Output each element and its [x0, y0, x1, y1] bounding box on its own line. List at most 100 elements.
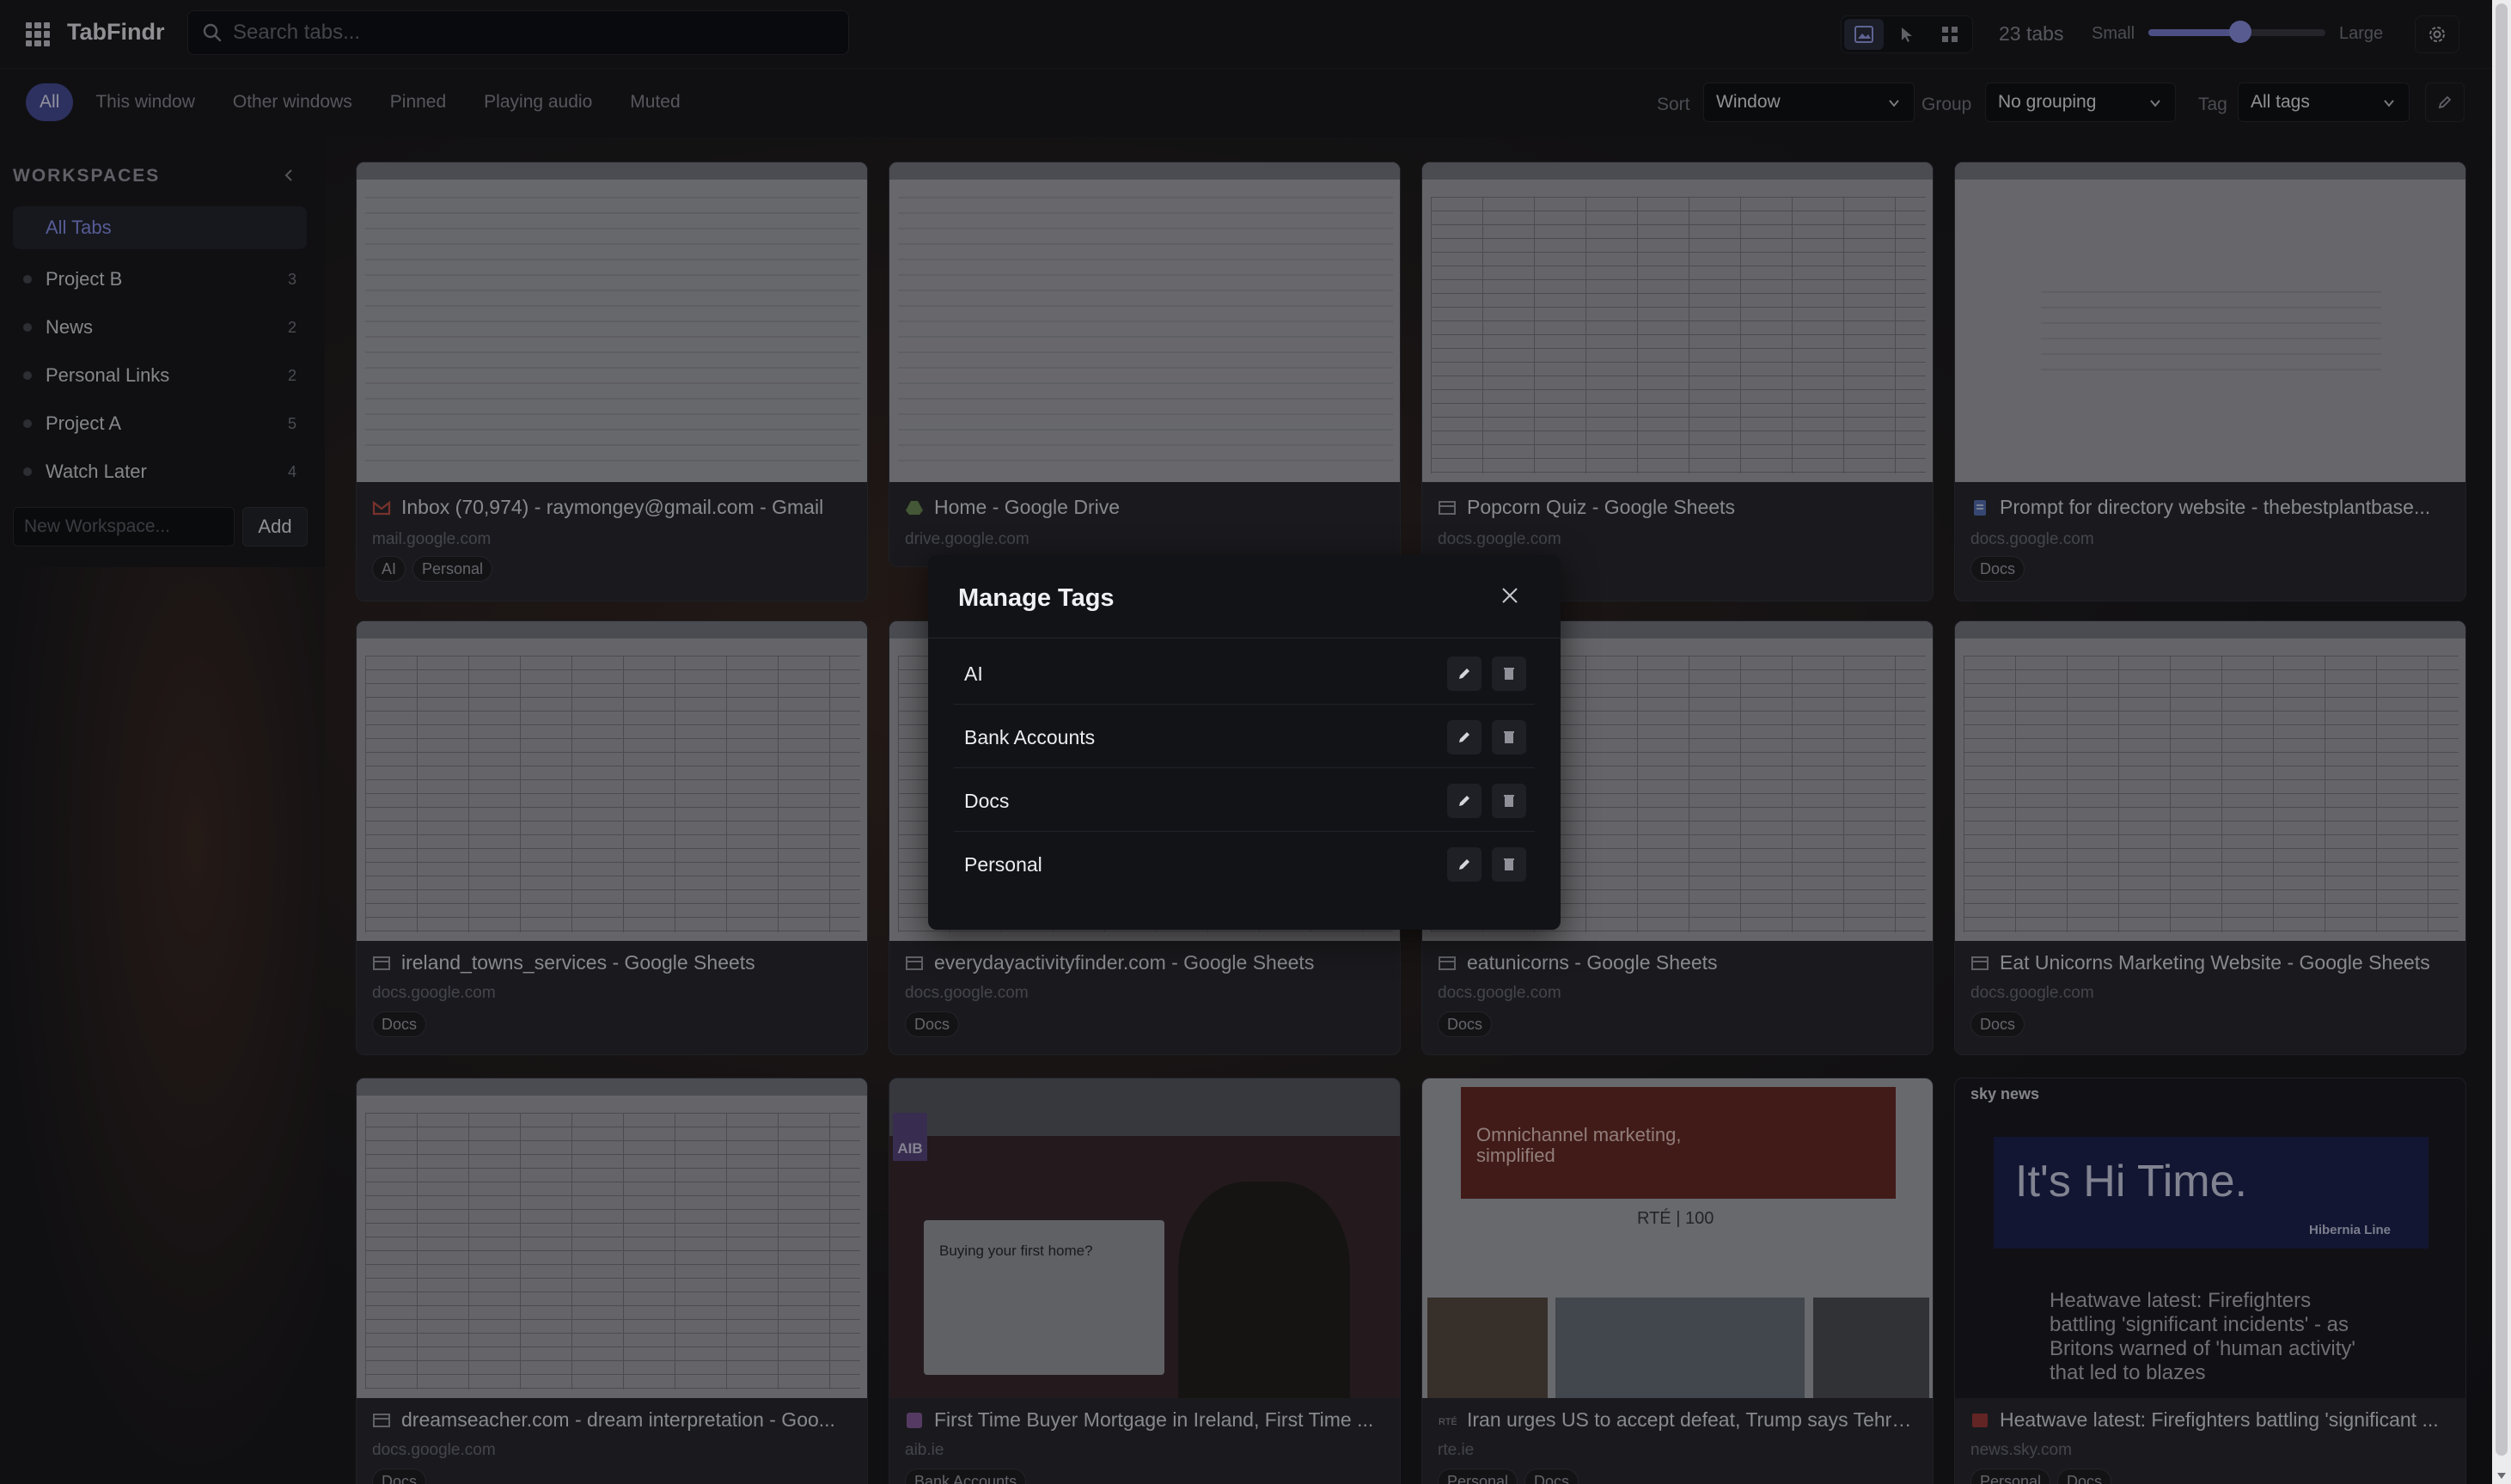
tag-badge[interactable]: Bank Accounts: [905, 1469, 1027, 1484]
tab-card[interactable]: Omnichannel marketing, simplified RTÉ | …: [1421, 1078, 1934, 1484]
workspace-watch-later[interactable]: Watch Later 4: [13, 450, 307, 493]
rte-photo: [1555, 1298, 1805, 1398]
edit-tag-button[interactable]: [1447, 847, 1482, 882]
page-scrollbar[interactable]: [2492, 0, 2511, 1484]
filter-bar: All This window Other windows Pinned Pla…: [0, 69, 2492, 137]
add-workspace-button[interactable]: Add: [242, 507, 308, 547]
delete-tag-button[interactable]: [1492, 847, 1526, 882]
tag-badge[interactable]: Docs: [905, 1011, 960, 1037]
tab-title: Home - Google Drive: [905, 496, 1386, 519]
sheets-icon: [906, 956, 923, 970]
tab-card[interactable]: ireland_towns_services - Google Sheets d…: [356, 620, 868, 1055]
tag-badge[interactable]: Docs: [1970, 1011, 2025, 1037]
tab-size-slider[interactable]: [2148, 21, 2325, 43]
sheets-icon: [1439, 500, 1456, 515]
filter-chip-other-windows[interactable]: Other windows: [217, 83, 368, 121]
tab-card[interactable]: Prompt for directory website - thebestpl…: [1954, 162, 2466, 602]
edit-tags-button[interactable]: [2425, 82, 2465, 122]
edit-tag-button[interactable]: [1447, 784, 1482, 818]
tab-tags: Bank Accounts: [905, 1469, 1027, 1484]
workspace-dot: [23, 419, 32, 428]
chevron-left-icon[interactable]: [280, 167, 297, 184]
cursor-view-button[interactable]: [1887, 19, 1927, 50]
svg-text:RTÉ: RTÉ: [1439, 1416, 1457, 1427]
tab-thumbnail: AIB Buying your first home?: [889, 1078, 1400, 1398]
tab-card[interactable]: sky news It's Hi Time. Hibernia Line Hea…: [1954, 1078, 2466, 1484]
cursor-view-icon: [1902, 27, 1912, 42]
tab-card[interactable]: dreamseacher.com - dream interpretation …: [356, 1078, 868, 1484]
filter-chips: All This window Other windows Pinned Pla…: [26, 83, 696, 121]
sheets-icon: [1439, 956, 1456, 970]
tag-badge[interactable]: Docs: [1438, 1011, 1493, 1037]
top-bar: TabFindr 23 tabs Small Large: [0, 0, 2492, 69]
workspace-count: 4: [287, 462, 296, 480]
tag-badge[interactable]: Docs: [1970, 556, 2025, 582]
tab-card[interactable]: Popcorn Quiz - Google Sheets docs.google…: [1421, 162, 1934, 602]
tag-badge[interactable]: Docs: [372, 1011, 427, 1037]
tab-count: 23 tabs: [1999, 22, 2064, 45]
scroll-down-arrow-icon[interactable]: [2497, 1473, 2506, 1479]
tab-card[interactable]: Inbox (70,974) - raymongey@gmail.com - G…: [356, 162, 868, 602]
slider-thumb[interactable]: [2229, 21, 2252, 43]
tab-card[interactable]: AIB Buying your first home? First Time B…: [889, 1078, 1401, 1484]
delete-tag-button[interactable]: [1492, 720, 1526, 754]
tab-tags: Docs: [372, 1011, 427, 1037]
tag-badge[interactable]: AI: [372, 556, 406, 582]
filter-chip-all[interactable]: All: [26, 83, 74, 121]
edit-tag-button[interactable]: [1447, 720, 1482, 754]
settings-button[interactable]: [2415, 15, 2459, 53]
tab-thumbnail: [1422, 162, 1933, 482]
apps-grid-icon[interactable]: [26, 22, 50, 46]
tag-badge[interactable]: Personal: [1438, 1469, 1518, 1484]
tag-badge[interactable]: Docs: [372, 1469, 427, 1484]
workspace-personal-links[interactable]: Personal Links 2: [13, 354, 307, 397]
thumbnail-view-button[interactable]: [1844, 19, 1884, 50]
tab-title: everydayactivityfinder.com - Google Shee…: [905, 951, 1386, 974]
sky-ad-sponsor: Hibernia Line: [2309, 1223, 2392, 1237]
tab-url: rte.ie: [1438, 1441, 1475, 1459]
trash-icon: [1504, 795, 1514, 807]
filter-chip-muted[interactable]: Muted: [614, 83, 695, 121]
edit-tag-button[interactable]: [1447, 657, 1482, 691]
tag-name: Personal: [964, 853, 1042, 876]
tab-thumbnail: sky news It's Hi Time. Hibernia Line Hea…: [1955, 1078, 2465, 1398]
pencil-icon: [2438, 95, 2452, 109]
tag-badge[interactable]: Docs: [2057, 1469, 2112, 1484]
filter-chip-playing-audio[interactable]: Playing audio: [468, 83, 608, 121]
delete-tag-button[interactable]: [1492, 784, 1526, 818]
workspace-dot: [23, 275, 32, 284]
manage-tags-modal: Manage Tags AI Bank Accounts Docs Person…: [928, 555, 1561, 930]
tab-thumbnail: Omnichannel marketing, simplified RTÉ | …: [1422, 1078, 1933, 1398]
tag-badge[interactable]: Personal: [1970, 1469, 2051, 1484]
new-workspace-input[interactable]: [13, 507, 235, 547]
tab-card[interactable]: Eat Unicorns Marketing Website - Google …: [1954, 620, 2466, 1055]
filter-chip-pinned[interactable]: Pinned: [375, 83, 461, 121]
group-select[interactable]: No grouping: [1985, 82, 2176, 122]
aib-icon: [907, 1412, 922, 1428]
background-left: [0, 567, 325, 1484]
size-large-label: Large: [2339, 24, 2384, 43]
workspace-all-tabs[interactable]: All Tabs: [13, 206, 307, 249]
close-button[interactable]: [1495, 581, 1524, 610]
workspace-count: 3: [287, 270, 296, 288]
delete-tag-button[interactable]: [1492, 657, 1526, 691]
grid-view-button[interactable]: [1930, 19, 1970, 50]
scrollbar-thumb[interactable]: [2496, 3, 2508, 1456]
workspace-news[interactable]: News 2: [13, 306, 307, 349]
tab-card[interactable]: Home - Google Drive drive.google.com: [889, 162, 1401, 567]
sort-label: Sort: [1657, 95, 1690, 114]
tag-name: Bank Accounts: [964, 726, 1096, 748]
sheets-icon: [373, 1413, 390, 1427]
search-box[interactable]: [187, 10, 849, 55]
workspace-label: Personal Links: [46, 364, 170, 386]
search-input[interactable]: [233, 11, 834, 54]
workspace-project-b[interactable]: Project B 3: [13, 258, 307, 301]
filter-chip-this-window[interactable]: This window: [80, 83, 211, 121]
workspace-project-a[interactable]: Project A 5: [13, 402, 307, 445]
tab-url: docs.google.com: [1970, 984, 2094, 1002]
tag-badge[interactable]: Personal: [412, 556, 493, 582]
rte-icon: RTÉ: [1439, 1416, 1457, 1427]
tag-select[interactable]: All tags: [2238, 82, 2410, 122]
sort-select[interactable]: Window: [1703, 82, 1915, 122]
tag-badge[interactable]: Docs: [1524, 1469, 1579, 1484]
